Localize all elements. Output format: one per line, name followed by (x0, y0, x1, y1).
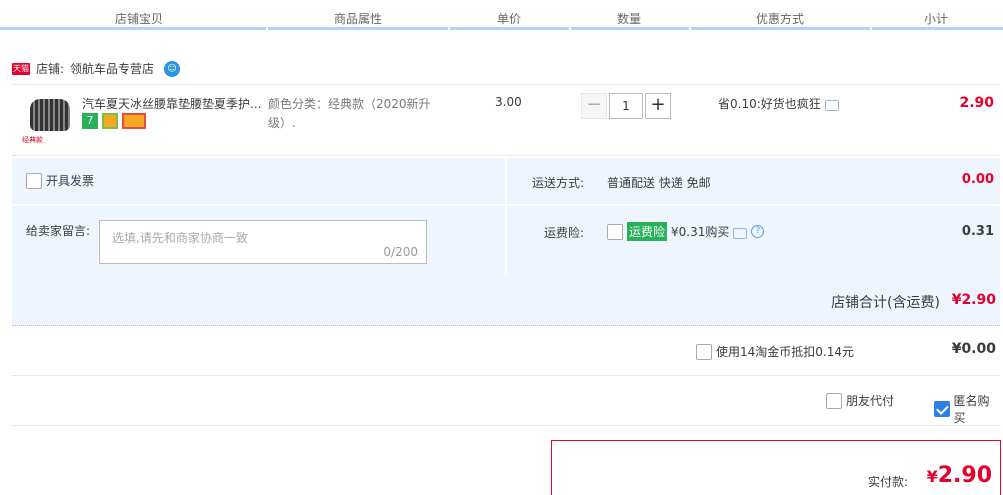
shop-row: 天猫 店铺: 领航车品专营店 ☺ (12, 60, 181, 77)
shop-total-label: 店铺合计(含运费) (831, 295, 940, 311)
comment-icon[interactable] (824, 100, 839, 111)
shipping-method: 普通配送 快递 免邮 (607, 176, 711, 190)
seven-day-return-icon[interactable]: 7 (82, 113, 98, 129)
anonymous-purchase-option[interactable]: 匿名购买 (934, 392, 1000, 426)
col-header-quantity: 数量 (617, 12, 642, 26)
anonymous-checkbox[interactable] (934, 401, 950, 417)
col-header-discount: 优惠方式 (756, 12, 805, 26)
thumbnail-tag: 经典款 (22, 136, 43, 144)
quantity-decrease-button[interactable]: − (581, 93, 607, 119)
payment-summary: 实付款: ¥2.90 (551, 440, 1001, 495)
col-header-subtotal: 小计 (924, 12, 949, 26)
unit-price: 3.00 (495, 95, 522, 109)
payment-label: 实付款: (868, 475, 909, 489)
coins-checkbox[interactable] (696, 343, 712, 360)
shipping-label: 运送方式: (532, 176, 585, 190)
quantity-input[interactable]: 1 (609, 93, 643, 119)
product-thumbnail[interactable]: 经典款 (22, 95, 80, 147)
col-header-price: 单价 (497, 12, 522, 26)
shipping-fee: 0.00 (961, 172, 994, 187)
table-header: 店铺宝贝 商品属性 单价 数量 优惠方式 小计 (0, 0, 1003, 30)
payment-options-row: 朋友代付 匿名购买 (12, 376, 1000, 426)
seller-note-label: 给卖家留言: (26, 224, 91, 238)
anonymous-label: 匿名购买 (953, 394, 990, 425)
wangwang-chat-icon[interactable]: ☺ (164, 60, 181, 77)
seller-note-counter: 0/200 (383, 245, 418, 259)
guarantee-icon[interactable] (102, 113, 118, 129)
coins-option[interactable]: 使用14淘金币抵扣0.14元 (696, 343, 854, 360)
payment-amount: ¥2.90 (927, 463, 992, 488)
help-icon[interactable]: ? (751, 225, 765, 238)
invoice-label: 开具发票 (46, 174, 95, 188)
comment-icon[interactable] (733, 228, 748, 239)
shop-name-link[interactable]: 领航车品专营店 (70, 60, 154, 77)
quantity-increase-button[interactable]: + (645, 93, 671, 119)
panel-divider (505, 158, 507, 274)
discount-info: 省0.10:好货也疯狂 (718, 95, 839, 112)
friend-pay-label: 朋友代付 (846, 394, 895, 408)
header-separator (266, 26, 268, 30)
insurance-option: 运费险 ¥0.31购买 ? (607, 222, 765, 241)
seat-cushion-image (30, 99, 70, 131)
product-title-link[interactable]: 汽车夏天冰丝腰靠垫腰垫夏季护... (82, 95, 268, 112)
shop-label: 店铺: (36, 62, 65, 76)
shop-total-amount: ¥2.90 (951, 292, 996, 308)
header-separator (689, 26, 691, 30)
col-header-shop-item: 店铺宝贝 (115, 12, 164, 26)
friend-pay-checkbox[interactable] (826, 392, 842, 409)
payment-value: 2.90 (937, 463, 992, 488)
insurance-price: ¥0.31购买 (671, 225, 730, 239)
panel-divider (12, 204, 1000, 206)
discount-text: 省0.10:好货也疯狂 (718, 97, 821, 111)
taobao-coins-row: 使用14淘金币抵扣0.14元 ¥0.00 (12, 326, 1000, 376)
col-header-attributes: 商品属性 (334, 12, 383, 26)
payment-currency: ¥ (926, 467, 938, 486)
insurance-fee: 0.31 (961, 224, 994, 239)
header-separator (569, 26, 571, 30)
service-badges: 7 (82, 113, 146, 129)
shop-total-row: 店铺合计(含运费) ¥2.90 (12, 274, 1000, 326)
seller-note-input[interactable]: 选填,请先和商家协商一致 0/200 (99, 220, 427, 264)
cart-item-row: 经典款 汽车夏天冰丝腰靠垫腰垫夏季护... 7 颜色分类：经典款（2020新升级… (12, 84, 1000, 156)
tmall-logo-icon: 天猫 (12, 62, 30, 75)
insurance-tag: 运费险 (627, 222, 668, 241)
quantity-stepper: − 1 + (581, 93, 671, 119)
insurance-checkbox[interactable] (607, 223, 623, 240)
item-subtotal: 2.90 (959, 95, 994, 111)
seller-note-placeholder: 选填,请先和商家协商一致 (112, 231, 248, 245)
invoice-checkbox[interactable] (26, 172, 42, 189)
credit-card-icon[interactable] (122, 113, 146, 129)
header-separator (448, 26, 450, 30)
friend-pay-option[interactable]: 朋友代付 (826, 392, 894, 409)
coins-label: 使用14淘金币抵扣0.14元 (716, 345, 854, 359)
product-attributes: 颜色分类：经典款（2020新升级）. (268, 97, 431, 130)
order-extras-panel: 开具发票 运送方式: 普通配送 快递 免邮 0.00 给卖家留言: 选填,请先和… (12, 158, 1000, 274)
coins-amount: ¥0.00 (951, 341, 996, 357)
header-separator (870, 26, 872, 30)
invoice-option[interactable]: 开具发票 (26, 172, 94, 189)
insurance-label: 运费险: (544, 226, 585, 240)
